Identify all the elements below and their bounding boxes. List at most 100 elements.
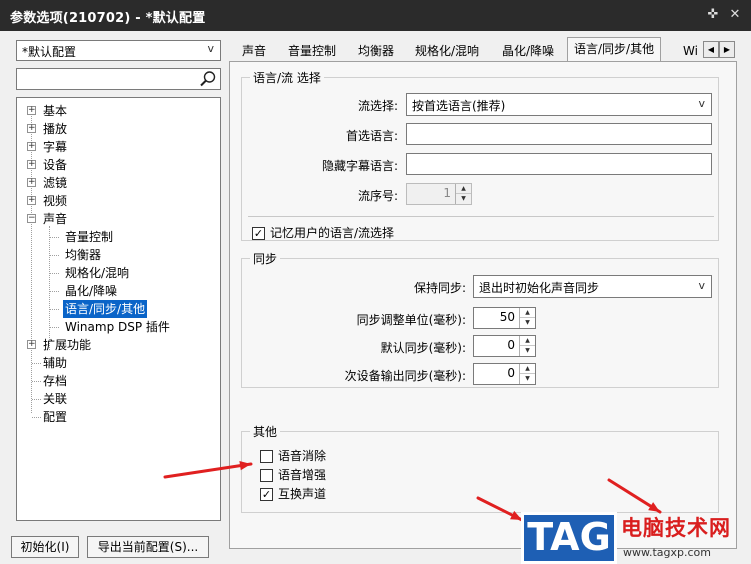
- stepper-down-icon[interactable]: ▼: [520, 346, 535, 356]
- tree-guide-line: [31, 111, 32, 413]
- stepper-buttons[interactable]: ▲ ▼: [519, 364, 535, 384]
- adjust-unit-value: 50: [499, 310, 515, 324]
- tab-item[interactable]: 语言/同步/其他: [567, 37, 662, 62]
- tree-guide-line: [32, 381, 41, 382]
- watermark-url: www.tagxp.com: [623, 546, 711, 559]
- expand-icon[interactable]: +: [27, 160, 36, 169]
- watermark-logo: TAG: [521, 512, 617, 564]
- other-group-title: 其他: [250, 423, 281, 440]
- title-bar: 参数选项(210702) - *默认配置 ✜ ✕: [0, 0, 751, 31]
- tree-item-label: 配置: [43, 410, 68, 424]
- hidden-sub-lang-input[interactable]: [406, 153, 712, 175]
- checkbox-box[interactable]: ✓: [260, 488, 273, 501]
- preferred-lang-label: 首选语言:: [345, 129, 398, 143]
- keep-sync-value: 退出时初始化声音同步: [479, 281, 600, 295]
- tree-item-label: Winamp DSP 插件: [65, 320, 170, 334]
- stepper-buttons[interactable]: ▲ ▼: [455, 184, 471, 204]
- sync-group-title: 同步: [250, 250, 281, 267]
- profile-select[interactable]: *默认配置 v: [16, 40, 221, 61]
- sync-group: 同步 保持同步: 退出时初始化声音同步 v 同步调整单位(毫秒): 50 ▲ ▼…: [241, 250, 719, 388]
- adjust-unit-label: 同步调整单位(毫秒):: [356, 313, 466, 327]
- tree-guide-line: [50, 291, 59, 292]
- stream-no-stepper[interactable]: 1 ▲ ▼: [406, 183, 472, 205]
- profile-select-value: *默认配置: [22, 45, 77, 59]
- adjust-unit-stepper[interactable]: 50 ▲ ▼: [473, 307, 536, 329]
- checkbox-box[interactable]: ✓: [252, 227, 265, 240]
- chevron-down-icon: v: [698, 97, 705, 110]
- tab-item[interactable]: 均衡器: [358, 41, 394, 61]
- init-button[interactable]: 初始化(I): [11, 536, 79, 558]
- tree-guide-line: [49, 226, 50, 350]
- checkbox-box[interactable]: [260, 450, 273, 463]
- remember-lang-label: 记忆用户的语言/流选择: [270, 226, 395, 240]
- search-input[interactable]: [16, 68, 221, 90]
- tree-item-label: 字幕: [43, 140, 68, 154]
- tab-item[interactable]: 晶化/降噪: [502, 41, 554, 61]
- watermark-site-name: 电脑技术网: [621, 516, 731, 540]
- close-icon[interactable]: ✕: [726, 6, 744, 24]
- stepper-down-icon[interactable]: ▼: [520, 318, 535, 328]
- stepper-buttons[interactable]: ▲ ▼: [519, 308, 535, 328]
- keep-sync-select[interactable]: 退出时初始化声音同步 v: [473, 275, 712, 298]
- stepper-up-icon[interactable]: ▲: [456, 184, 471, 194]
- tree-item-label: 晶化/降噪: [65, 284, 118, 298]
- tree-guide-line: [50, 327, 59, 328]
- tab-scroll-left-icon[interactable]: ◀: [703, 41, 719, 58]
- voice-remove-label: 语音消除: [278, 449, 327, 463]
- tab-item[interactable]: 音量控制: [288, 41, 336, 61]
- expand-icon[interactable]: +: [27, 142, 36, 151]
- tab-strip: 声音 音量控制 均衡器 规格化/混响 晶化/降噪 语言/同步/其他 Wi: [229, 37, 737, 62]
- tab-scroll-right-icon[interactable]: ▶: [719, 41, 735, 58]
- chevron-down-icon: v: [698, 279, 705, 292]
- stepper-down-icon[interactable]: ▼: [456, 194, 471, 204]
- tab-item[interactable]: 声音: [242, 41, 266, 61]
- secondary-sync-label: 次设备输出同步(毫秒):: [344, 369, 466, 383]
- tab-item[interactable]: 规格化/混响: [415, 41, 479, 61]
- stepper-up-icon[interactable]: ▲: [520, 364, 535, 374]
- swap-channels-label: 互换声道: [278, 487, 327, 501]
- tab-item[interactable]: Wi: [683, 41, 698, 61]
- window-title: 参数选项(210702) - *默认配置: [10, 11, 206, 26]
- search-icon[interactable]: [199, 70, 217, 88]
- stream-select[interactable]: 按首选语言(推荐) v: [406, 93, 712, 116]
- tree-item-label: 播放: [43, 122, 68, 136]
- tree-guide-line: [32, 417, 41, 418]
- tree-item-label: 滤镜: [43, 176, 68, 190]
- stepper-buttons[interactable]: ▲ ▼: [519, 336, 535, 356]
- expand-icon[interactable]: +: [27, 178, 36, 187]
- tree-guide-line: [50, 309, 59, 310]
- separator: [248, 216, 714, 217]
- stepper-down-icon[interactable]: ▼: [520, 374, 535, 384]
- keep-sync-label: 保持同步:: [413, 281, 466, 295]
- collapse-icon[interactable]: −: [27, 214, 36, 223]
- pin-icon[interactable]: ✜: [704, 6, 722, 24]
- tree-item-label: 扩展功能: [43, 338, 92, 352]
- settings-tree[interactable]: + 基本 + 播放 + 字幕 + 设备 + 滤镜 + 视频 − 声音 音量控制 均衡器 规格化/混响 晶化/降噪语…: [16, 97, 221, 521]
- tree-item-label: 基本: [43, 104, 68, 118]
- expand-icon[interactable]: +: [27, 124, 36, 133]
- dialog-client: *默认配置 v + 基本 + 播放 + 字幕 + 设备 + 滤镜 + 视频 − 声音 音量控制 均衡器 规格化/…: [0, 31, 751, 564]
- stepper-up-icon[interactable]: ▲: [520, 308, 535, 318]
- stream-select-label: 流选择:: [357, 99, 398, 113]
- checkbox-box[interactable]: [260, 469, 273, 482]
- tree-item-label: 视频: [43, 194, 68, 208]
- chevron-down-icon: v: [207, 42, 214, 55]
- expand-icon[interactable]: +: [27, 340, 36, 349]
- preferred-lang-input[interactable]: [406, 123, 712, 145]
- stepper-up-icon[interactable]: ▲: [520, 336, 535, 346]
- default-sync-stepper[interactable]: 0 ▲ ▼: [473, 335, 536, 357]
- voice-boost-label: 语音增强: [278, 468, 327, 482]
- secondary-sync-stepper[interactable]: 0 ▲ ▼: [473, 363, 536, 385]
- tree-guide-line: [32, 363, 41, 364]
- export-config-button[interactable]: 导出当前配置(S)...: [87, 536, 209, 558]
- tree-item-label: 音量控制: [65, 230, 114, 244]
- expand-icon[interactable]: +: [27, 106, 36, 115]
- stream-select-value: 按首选语言(推荐): [412, 99, 506, 113]
- tree-item-label: 关联: [43, 392, 68, 406]
- lang-stream-group: 语言/流 选择 流选择: 按首选语言(推荐) v 首选语言: 隐藏字幕语言: 流…: [241, 69, 719, 241]
- tree-item-label: 语言/同步/其他: [63, 300, 148, 318]
- tree-item-label: 辅助: [43, 356, 68, 370]
- hidden-sub-lang-label: 隐藏字幕语言:: [321, 159, 398, 173]
- tree-item-label: 声音: [43, 212, 68, 226]
- expand-icon[interactable]: +: [27, 196, 36, 205]
